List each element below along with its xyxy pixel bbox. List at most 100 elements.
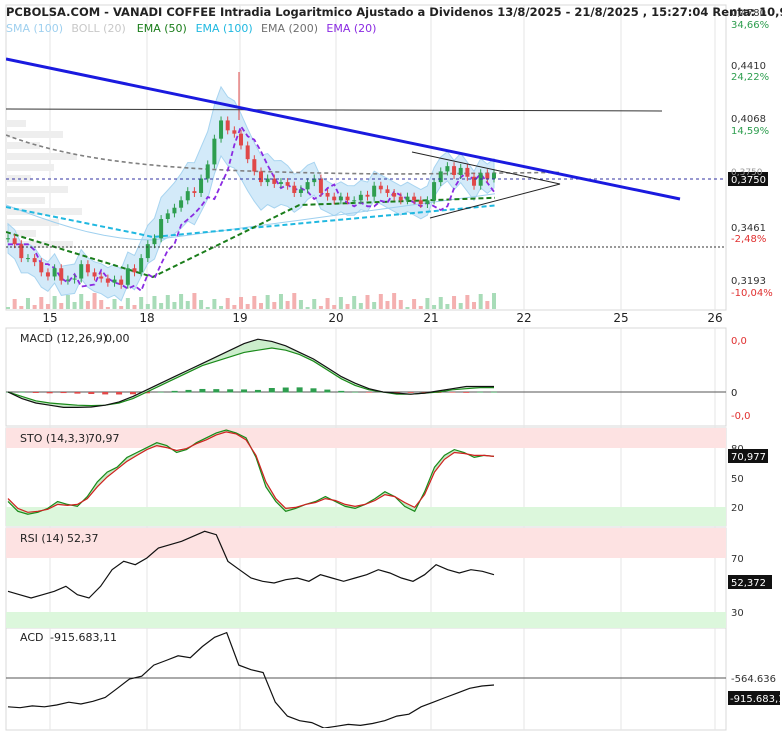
rsi-title: RSI (14) — [20, 532, 64, 545]
candle — [199, 178, 204, 193]
volume-bar — [79, 294, 84, 309]
candle — [438, 171, 443, 183]
volume-bar — [438, 297, 443, 309]
rsi-tick-label: 30 — [731, 608, 744, 619]
volume-bar — [45, 304, 50, 309]
x-tick-label: 18 — [139, 311, 154, 325]
acd-value: -915.683,11 — [50, 631, 117, 644]
volume-bar — [472, 302, 477, 309]
acd-panel — [6, 631, 726, 728]
candle — [345, 196, 350, 201]
candle — [65, 279, 70, 281]
x-tick-label: 22 — [516, 311, 531, 325]
volume-bar — [65, 295, 70, 309]
volume-bar — [258, 303, 263, 309]
macd-histogram-bar — [32, 392, 39, 393]
candle — [239, 133, 244, 146]
pct-tick-label: 34,66% — [731, 20, 769, 31]
macd-histogram-bar — [129, 392, 136, 395]
candle — [59, 268, 64, 281]
macd-histogram-bar — [449, 392, 456, 393]
volume-bar — [492, 293, 496, 309]
volume-bar — [278, 294, 283, 309]
candle — [372, 185, 377, 197]
candle — [305, 182, 310, 190]
macd-histogram-bar — [102, 392, 109, 395]
macd-histogram-bar — [88, 392, 95, 395]
downtrend-line — [6, 57, 681, 201]
volume-bar — [465, 295, 470, 309]
candle — [285, 182, 290, 186]
macd-histogram-bar — [477, 391, 484, 393]
volume-bar — [285, 301, 290, 309]
volume-bar — [445, 304, 450, 309]
candle — [425, 200, 430, 205]
volume-profile-bar — [6, 120, 26, 127]
legend-item: EMA (50) — [137, 22, 187, 35]
volume-bar — [425, 298, 430, 309]
volume-bar — [165, 295, 170, 309]
volume-bar — [225, 298, 230, 309]
candle — [25, 258, 30, 260]
sto-tick-label: 20 — [731, 503, 744, 514]
candle — [172, 207, 177, 214]
candle — [492, 173, 496, 179]
macd-histogram-bar — [18, 391, 25, 393]
volume-bar — [232, 305, 237, 309]
volume-bar — [265, 295, 270, 309]
candle — [19, 244, 24, 259]
candle — [119, 279, 124, 285]
macd-histogram-bar — [199, 388, 206, 393]
volume-bar — [365, 295, 370, 309]
macd-histogram-bar — [268, 388, 275, 393]
macd-histogram-bar — [157, 391, 164, 393]
candle — [245, 145, 250, 160]
macd-histogram-bar — [324, 389, 331, 393]
volume-bar — [392, 293, 397, 309]
macd-histogram-bar — [282, 387, 289, 393]
volume-bar — [145, 304, 150, 309]
macd-histogram-bar — [46, 392, 53, 394]
volume-profile-bar — [6, 197, 45, 204]
volume-profile-bar — [6, 153, 77, 160]
macd-tick-label: 0 — [731, 388, 737, 399]
volume-bar — [305, 307, 310, 309]
volume-bar — [132, 305, 137, 309]
x-tick-label: 26 — [707, 311, 722, 325]
macd-histogram-bar — [185, 389, 192, 393]
x-tick-label: 25 — [613, 311, 628, 325]
volume-profile-bar — [6, 142, 40, 149]
volume-bar — [485, 301, 490, 309]
candle — [85, 264, 90, 273]
candle — [165, 213, 170, 220]
candle — [132, 268, 137, 273]
volume-bar — [418, 306, 423, 309]
pct-tick-label: -2,48% — [731, 234, 766, 245]
candle — [378, 185, 383, 190]
volume-bar — [159, 303, 164, 309]
candle — [352, 200, 357, 202]
sto-oversold-zone — [6, 507, 726, 526]
volume-bar — [272, 302, 277, 309]
macd-histogram-bar — [241, 389, 248, 393]
axis-labels: 15 18 19 20 21 22 25 26 0,4780 0,4410 0,4068 0,3461… — [42, 8, 782, 705]
volume-bar — [312, 299, 317, 309]
volume-profile-bar — [6, 219, 59, 226]
candle — [318, 178, 323, 193]
volume-bar — [39, 297, 44, 309]
candle — [139, 258, 144, 273]
volume-profile-bar — [6, 164, 54, 171]
macd-histogram-bar — [352, 391, 359, 393]
volume-bar — [119, 306, 124, 309]
price-tick-label: 0,4780 — [731, 8, 766, 19]
volume-bar — [352, 296, 357, 309]
volume-bar — [99, 300, 104, 309]
candle — [152, 238, 157, 245]
macd-tick-label: 0,0 — [731, 336, 747, 347]
legend-item: EMA (100) — [196, 22, 253, 35]
macd-histogram-bar — [213, 389, 220, 393]
candle — [392, 192, 397, 197]
price-tick-label: 0,4410 — [731, 61, 766, 72]
volume-bar — [318, 306, 323, 309]
price-panel — [6, 57, 726, 309]
